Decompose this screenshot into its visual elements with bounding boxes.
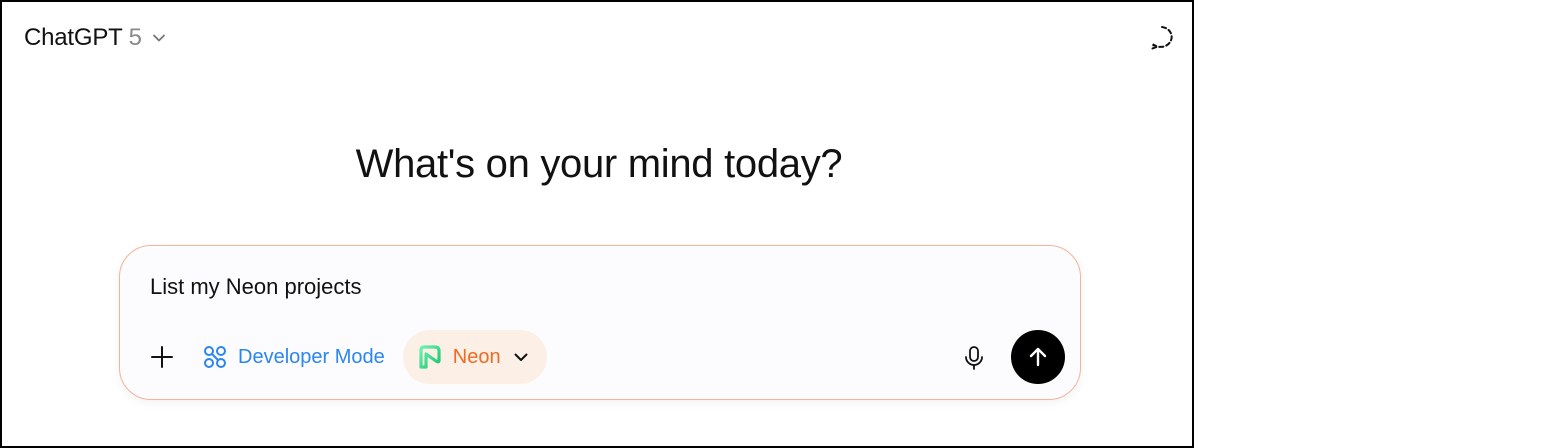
prompt-input[interactable]: List my Neon projects <box>150 274 362 300</box>
composer-toolbar: Developer Mode Neon <box>140 330 547 384</box>
neon-label: Neon <box>452 345 501 368</box>
chevron-down-icon <box>153 34 165 42</box>
page-headline: What's on your mind today? <box>355 142 843 186</box>
dictate-button[interactable] <box>958 342 990 374</box>
connectors-icon <box>204 346 226 368</box>
neon-connector-chip[interactable]: Neon <box>402 330 547 384</box>
developer-mode-label: Developer Mode <box>238 345 385 368</box>
plus-icon <box>151 346 173 368</box>
microphone-icon <box>965 346 983 370</box>
model-version: 5 <box>128 24 142 51</box>
arrow-up-icon <box>1029 347 1047 367</box>
model-name: ChatGPT <box>24 24 123 51</box>
add-button[interactable] <box>140 335 184 379</box>
developer-mode-button[interactable]: Developer Mode <box>202 344 385 370</box>
temporary-chat-icon[interactable] <box>1148 24 1176 52</box>
send-button[interactable] <box>1011 330 1065 384</box>
chevron-down-icon <box>514 353 528 361</box>
neon-logo-icon <box>419 345 441 369</box>
app-window: ChatGPT 5 What's on your mind today? Lis… <box>0 0 1194 448</box>
model-switcher[interactable]: ChatGPT 5 <box>24 20 168 56</box>
composer: List my Neon projects Developer Mode Neo… <box>119 245 1081 400</box>
